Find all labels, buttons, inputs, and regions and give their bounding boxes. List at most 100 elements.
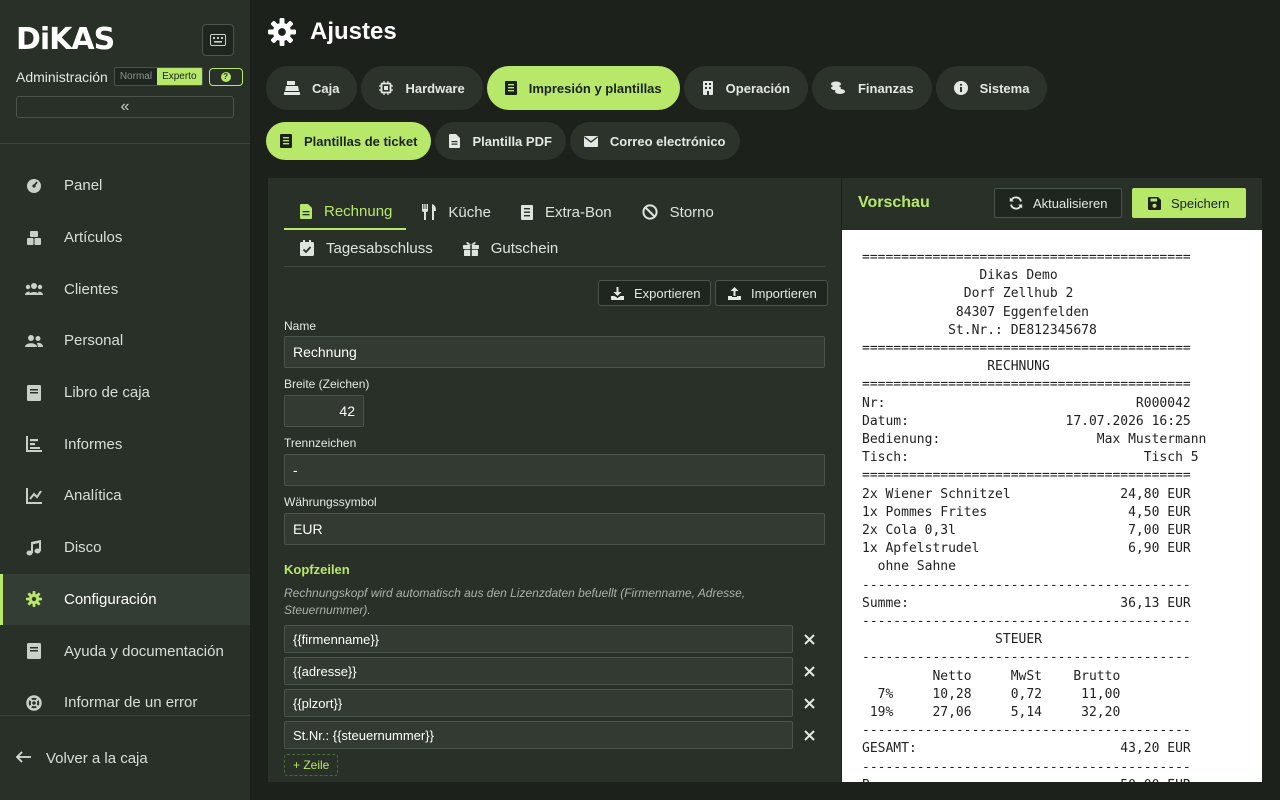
receipt-text: ========================================… xyxy=(862,250,1207,782)
template-tabs-row-2: Tagesabschluss Gutschein xyxy=(284,230,572,266)
currency-label: Währungssymbol xyxy=(284,495,377,509)
mode-normal-button[interactable]: Normal xyxy=(114,68,158,85)
cash-register-icon xyxy=(284,81,300,95)
close-icon xyxy=(803,697,815,709)
export-label: Exportieren xyxy=(634,285,701,301)
tab-label: Plantilla PDF xyxy=(472,133,552,149)
page-header: Ajustes xyxy=(268,18,397,46)
template-editor: Rechnung Küche Extra-Bon Storno Tagesabs… xyxy=(268,178,841,782)
template-tabs-row-1: Rechnung Küche Extra-Bon Storno xyxy=(284,194,728,230)
template-tab-rechnung[interactable]: Rechnung xyxy=(284,194,407,230)
refresh-label: Aktualisieren xyxy=(1033,195,1108,211)
sidebar-item-analitica[interactable]: Analítica xyxy=(0,470,250,522)
sidebar-item-informes[interactable]: Informes xyxy=(0,418,250,470)
gear-icon xyxy=(24,589,44,609)
sidebar-item-label: Personal xyxy=(64,332,124,350)
tab-hardware[interactable]: Hardware xyxy=(361,66,483,110)
header-line-field[interactable]: {{plzort}} xyxy=(284,689,793,717)
tab-finanzas[interactable]: Finanzas xyxy=(811,66,932,110)
header-lines-hint: Rechnungskopf wird automatisch aus den L… xyxy=(284,586,746,617)
save-icon xyxy=(1148,196,1161,210)
book-icon xyxy=(24,641,44,661)
back-to-pos-link[interactable]: Volver a la caja xyxy=(15,750,148,767)
tab-impresion-plantillas[interactable]: Impresión y plantillas xyxy=(486,66,680,110)
tab-label: Hardware xyxy=(405,80,465,96)
bar-chart-icon xyxy=(24,434,44,454)
template-tab-label: Tagesabschluss xyxy=(326,239,433,257)
save-button[interactable]: Speichern xyxy=(1132,188,1246,218)
sidebar-item-label: Artículos xyxy=(64,229,123,247)
sidebar-item-label: Informes xyxy=(64,435,123,453)
building-icon xyxy=(702,81,714,95)
question-icon: ? xyxy=(220,71,231,82)
file-icon xyxy=(449,134,461,148)
template-tab-label: Gutschein xyxy=(490,239,559,257)
gear-icon xyxy=(268,18,296,46)
sidebar-item-disco[interactable]: Disco xyxy=(0,522,250,574)
tab-label: Sistema xyxy=(979,80,1030,96)
tab-caja[interactable]: Caja xyxy=(266,66,358,110)
keyboard-button[interactable] xyxy=(202,24,234,56)
coins-icon xyxy=(830,81,846,95)
tab-correo-electronico[interactable]: Correo electrónico xyxy=(569,122,740,160)
sidebar-item-articulos[interactable]: Artículos xyxy=(0,212,250,264)
export-button[interactable]: Exportieren xyxy=(598,280,712,306)
utensils-icon xyxy=(422,204,437,220)
remove-line-button[interactable] xyxy=(801,727,817,743)
currency-field[interactable]: EUR xyxy=(284,513,825,545)
template-tab-kueche[interactable]: Küche xyxy=(406,194,505,230)
tab-label: Correo electrónico xyxy=(609,133,726,149)
sidebar-item-personal[interactable]: Personal xyxy=(0,315,250,367)
ban-icon xyxy=(642,204,658,220)
save-label: Speichern xyxy=(1171,195,1230,211)
sidebar: DiKAS Administración Normal Experto ? « … xyxy=(0,0,250,800)
separator-field[interactable]: - xyxy=(284,454,825,486)
receipt-icon xyxy=(280,134,292,148)
add-line-button[interactable]: + Zeile xyxy=(284,754,339,776)
receipt-icon xyxy=(504,81,517,95)
help-button[interactable]: ? xyxy=(208,67,243,86)
sidebar-item-panel[interactable]: Panel xyxy=(0,160,250,212)
template-tab-label: Küche xyxy=(448,203,491,221)
name-field[interactable]: Rechnung xyxy=(284,336,825,368)
mode-switch: Normal Experto xyxy=(113,67,203,86)
line-chart-icon xyxy=(24,486,44,506)
template-tab-gutschein[interactable]: Gutschein xyxy=(447,230,573,266)
width-field[interactable]: 42 xyxy=(284,395,364,427)
close-icon xyxy=(803,729,815,741)
template-tab-tagesabschluss[interactable]: Tagesabschluss xyxy=(284,230,447,266)
sidebar-item-label: Informar de un error xyxy=(64,694,198,712)
sidebar-item-configuracion[interactable]: Configuración xyxy=(0,573,250,626)
header-line-field[interactable]: {{firmenname}} xyxy=(284,625,793,653)
tab-operacion[interactable]: Operación xyxy=(683,66,808,110)
tab-plantilla-pdf[interactable]: Plantilla PDF xyxy=(435,122,566,160)
import-button[interactable]: Importieren xyxy=(715,280,828,306)
preview-header: Vorschau Aktualisieren Speichern xyxy=(842,178,1262,230)
collapse-sidebar-button[interactable]: « xyxy=(16,96,234,118)
template-tab-storno[interactable]: Storno xyxy=(626,194,728,230)
tab-label: Plantillas de ticket xyxy=(304,133,418,149)
remove-line-button[interactable] xyxy=(801,663,817,679)
remove-line-button[interactable] xyxy=(801,631,817,647)
tab-label: Caja xyxy=(312,80,340,96)
refresh-button[interactable]: Aktualisieren xyxy=(994,188,1123,218)
sidebar-divider xyxy=(0,143,250,144)
separator-label: Trennzeichen xyxy=(284,436,357,450)
header-line-field[interactable]: {{adresse}} xyxy=(284,657,793,685)
tab-sistema[interactable]: Sistema xyxy=(935,66,1048,110)
header-line-field[interactable]: St.Nr.: {{steuernummer}} xyxy=(284,721,793,749)
sidebar-item-clientes[interactable]: Clientes xyxy=(0,263,250,315)
tab-plantillas-ticket[interactable]: Plantillas de ticket xyxy=(266,122,432,160)
remove-line-button[interactable] xyxy=(801,695,817,711)
mode-expert-button[interactable]: Experto xyxy=(157,68,202,85)
admin-label: Administración xyxy=(16,68,108,85)
book-icon xyxy=(24,383,44,403)
sidebar-item-label: Ayuda y documentación xyxy=(64,642,224,660)
sidebar-item-ayuda[interactable]: Ayuda y documentación xyxy=(0,625,250,677)
sidebar-item-libro-de-caja[interactable]: Libro de caja xyxy=(0,367,250,419)
sidebar-item-informar-error[interactable]: Informar de un error xyxy=(0,677,250,729)
sub-tabs: Plantillas de ticket Plantilla PDF Corre… xyxy=(266,122,740,160)
info-icon xyxy=(953,81,968,95)
template-tab-extra-bon[interactable]: Extra-Bon xyxy=(505,194,626,230)
calendar-check-icon xyxy=(300,240,314,256)
